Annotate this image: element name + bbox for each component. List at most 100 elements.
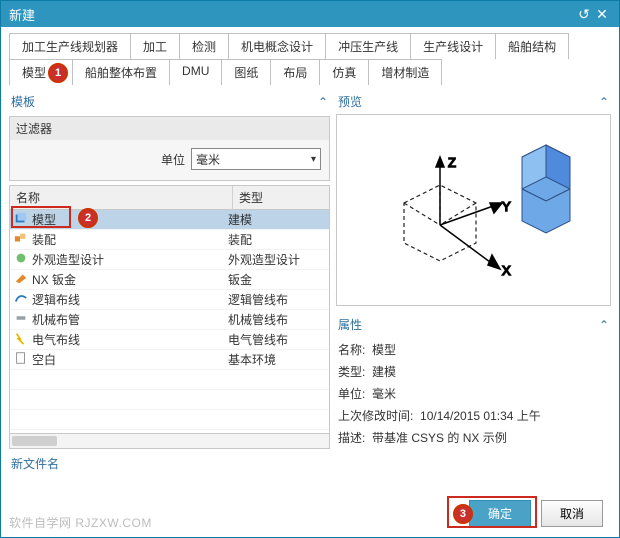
tabs-row-2: 模型 1 船舶整体布置 DMU 图纸 布局 仿真 增材制造 — [9, 59, 611, 85]
table-row[interactable]: 空白 基本环境 — [10, 350, 329, 370]
tab-additive[interactable]: 增材制造 — [368, 59, 442, 85]
tab-press-line[interactable]: 冲压生产线 — [325, 33, 411, 59]
blank-icon — [14, 351, 28, 368]
right-pane: 预览 ⌃ — [336, 89, 611, 449]
prop-desc-value: 带基准 CSYS 的 NX 示例 — [372, 431, 507, 445]
row-type: 机械管线布 — [224, 311, 288, 328]
table-row[interactable]: 外观造型设计 外观造型设计 — [10, 250, 329, 270]
scroll-thumb[interactable] — [12, 436, 57, 446]
prop-unit-value: 毫米 — [372, 387, 396, 401]
templates-heading: 模板 ⌃ — [9, 89, 330, 114]
preview-box: Z Y X — [336, 114, 611, 306]
main-split: 模板 ⌃ 过滤器 单位 毫米 ▾ 名称 — [9, 89, 611, 449]
row-type: 基本环境 — [224, 351, 276, 368]
table-row[interactable]: 机械布管 机械管线布 — [10, 310, 329, 330]
filter-title: 过滤器 — [10, 117, 329, 140]
row-name: 机械布管 — [32, 311, 80, 328]
row-type: 逻辑管线布 — [224, 291, 288, 308]
row-name: 装配 — [32, 231, 56, 248]
preview-heading: 预览 ⌃ — [336, 89, 611, 114]
svg-text:Y: Y — [502, 199, 511, 214]
prop-type-value: 建模 — [372, 365, 396, 379]
tab-inspection[interactable]: 检测 — [179, 33, 229, 59]
chevron-up-icon[interactable]: ⌃ — [599, 95, 609, 109]
row-name: 外观造型设计 — [32, 251, 104, 268]
tab-model[interactable]: 模型 1 — [9, 59, 73, 85]
tab-ship-layout[interactable]: 船舶整体布置 — [72, 59, 170, 85]
footer-buttons: 3 确定 取消 — [469, 500, 603, 527]
assembly-icon — [14, 231, 28, 248]
callout-1: 1 — [48, 63, 68, 83]
dialog-title: 新建 — [9, 5, 575, 24]
row-name: 逻辑布线 — [32, 291, 80, 308]
cancel-button[interactable]: 取消 — [541, 500, 603, 527]
tab-line-planner[interactable]: 加工生产线规划器 — [9, 33, 131, 59]
table-row[interactable]: 逻辑布线 逻辑管线布 — [10, 290, 329, 310]
callout-box-2 — [11, 206, 71, 228]
callout-3: 3 — [453, 504, 473, 524]
prop-modified-value: 10/14/2015 01:34 上午 — [420, 409, 541, 423]
unit-select[interactable]: 毫米 ▾ — [191, 148, 321, 170]
row-name: NX 钣金 — [32, 271, 76, 288]
watermark: 软件自学网 RJZXW.COM — [9, 514, 152, 531]
row-name: 电气布线 — [32, 331, 80, 348]
templates-pane: 模板 ⌃ 过滤器 单位 毫米 ▾ 名称 — [9, 89, 330, 449]
prop-unit-label: 单位: — [338, 387, 365, 401]
properties-panel: 属性 ⌃ 名称: 模型 类型: 建模 单位: 毫米 上次修改时间: 10/14/… — [336, 312, 611, 451]
sheetmetal-icon — [14, 271, 28, 288]
chevron-up-icon[interactable]: ⌃ — [599, 318, 609, 332]
prop-desc-label: 描述: — [338, 431, 365, 445]
table-row[interactable]: 装配 装配 — [10, 230, 329, 250]
shape-icon — [14, 251, 28, 268]
elec-icon — [14, 331, 28, 348]
mech-icon — [14, 311, 28, 328]
svg-text:Z: Z — [448, 155, 456, 170]
table-row — [10, 390, 329, 410]
prop-type-label: 类型: — [338, 365, 365, 379]
callout-2: 2 — [78, 208, 98, 228]
row-type: 电气管线布 — [224, 331, 288, 348]
preview-image: Z Y X — [344, 115, 604, 305]
tab-simulation[interactable]: 仿真 — [319, 59, 369, 85]
tab-mechatronics[interactable]: 机电概念设计 — [228, 33, 326, 59]
tab-drawing[interactable]: 图纸 — [221, 59, 271, 85]
svg-text:X: X — [502, 263, 511, 278]
unit-row: 单位 毫米 ▾ — [18, 148, 321, 170]
table-row[interactable]: 电气布线 电气管线布 — [10, 330, 329, 350]
prop-modified-label: 上次修改时间: — [338, 409, 413, 423]
filter-box: 过滤器 单位 毫米 ▾ — [9, 116, 330, 181]
prop-name-label: 名称: — [338, 343, 365, 357]
h-scrollbar[interactable] — [9, 434, 330, 449]
row-name: 空白 — [32, 351, 56, 368]
tab-model-label: 模型 — [22, 66, 46, 80]
prop-name-value: 模型 — [372, 343, 396, 357]
dialog-body: 加工生产线规划器 加工 检测 机电概念设计 冲压生产线 生产线设计 船舶结构 模… — [1, 27, 619, 537]
tab-line-design[interactable]: 生产线设计 — [410, 33, 496, 59]
reset-icon[interactable]: ↺ — [575, 6, 593, 23]
tabs-row-1: 加工生产线规划器 加工 检测 机电概念设计 冲压生产线 生产线设计 船舶结构 — [9, 33, 611, 59]
table-row — [10, 410, 329, 430]
row-type: 装配 — [224, 231, 252, 248]
table-row — [10, 370, 329, 390]
unit-value: 毫米 — [196, 151, 220, 168]
row-type: 外观造型设计 — [224, 251, 300, 268]
unit-label: 单位 — [161, 151, 185, 168]
tab-machining[interactable]: 加工 — [130, 33, 180, 59]
table-row[interactable]: NX 钣金 钣金 — [10, 270, 329, 290]
tab-dmu[interactable]: DMU — [169, 59, 222, 85]
chevron-down-icon: ▾ — [311, 154, 316, 165]
row-type: 钣金 — [224, 271, 252, 288]
chevron-up-icon[interactable]: ⌃ — [318, 95, 328, 109]
dialog-window: 新建 ↺ ✕ 加工生产线规划器 加工 检测 机电概念设计 冲压生产线 生产线设计… — [0, 0, 620, 538]
routing-icon — [14, 291, 28, 308]
close-icon[interactable]: ✕ — [593, 6, 611, 23]
tab-ship-structure[interactable]: 船舶结构 — [495, 33, 569, 59]
titlebar: 新建 ↺ ✕ — [1, 1, 619, 27]
newfile-heading: 新文件名 — [9, 449, 611, 474]
template-grid[interactable]: 名称 类型 模型建模装配装配外观造型设计外观造型设计NX 钣金钣金逻辑布线逻辑管… — [9, 185, 330, 434]
properties-heading: 属性 ⌃ — [336, 312, 611, 337]
col-type[interactable]: 类型 — [233, 186, 269, 209]
tab-layout[interactable]: 布局 — [270, 59, 320, 85]
row-type: 建模 — [224, 211, 252, 228]
grid-rows: 模型建模装配装配外观造型设计外观造型设计NX 钣金钣金逻辑布线逻辑管线布机械布管… — [10, 210, 329, 434]
